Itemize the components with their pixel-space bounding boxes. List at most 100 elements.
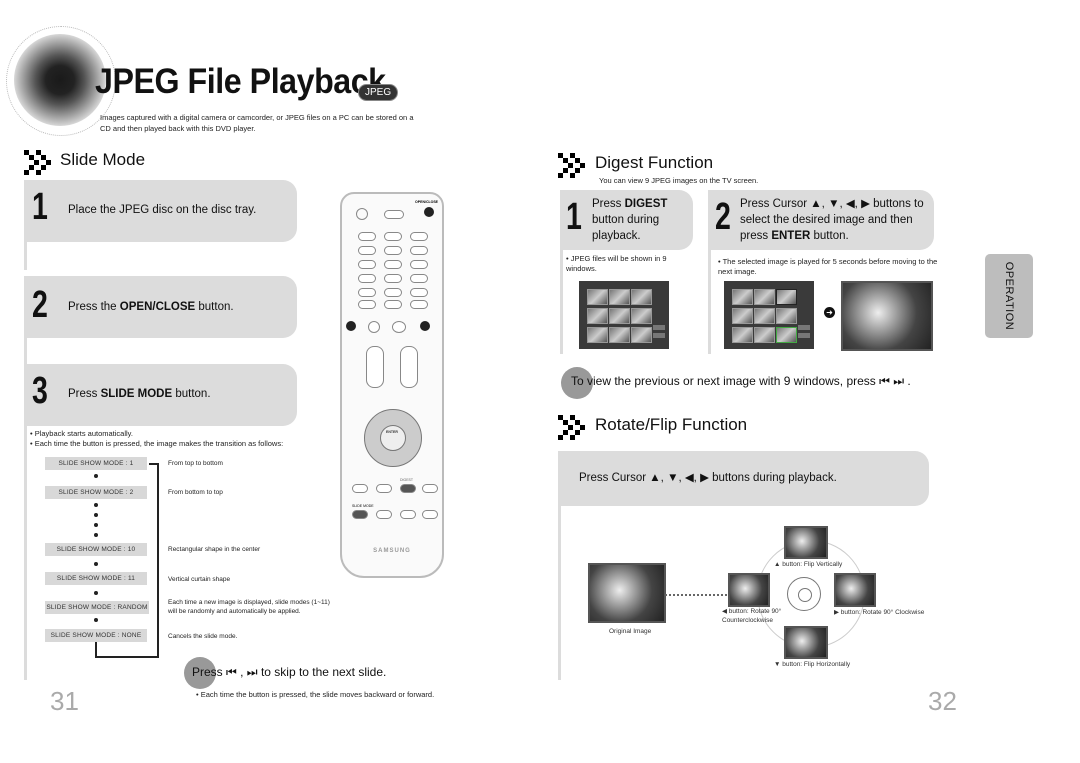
dotted-connector — [665, 594, 727, 596]
flow-arrow — [94, 618, 98, 622]
remote-button[interactable] — [376, 484, 392, 493]
thumbnail — [587, 289, 608, 305]
step-number: 2 — [715, 196, 731, 238]
stop-button[interactable] — [368, 321, 380, 333]
thumbnail — [631, 289, 652, 305]
step-text-part: Press — [68, 388, 101, 400]
thumbnail-selected — [776, 327, 797, 343]
nav-button — [653, 325, 665, 330]
skip-tip: Press ⏮ , ⏭ to skip to the next slide. — [192, 665, 387, 679]
operation-tab-label: OPERATION — [1003, 261, 1015, 331]
digest-tip: To view the previous or next image with … — [571, 374, 911, 388]
thumbnail — [732, 289, 753, 305]
flip-vertical-image — [784, 526, 828, 559]
slide-mode-button[interactable] — [352, 510, 368, 519]
step-text-part: button during playback. — [592, 214, 660, 242]
remote-button[interactable] — [376, 510, 392, 519]
step-text-part: button. — [810, 230, 849, 242]
thumbnail — [754, 327, 775, 343]
kitten-image — [841, 281, 933, 351]
bullet-item: • Each time the button is pressed, the i… — [30, 439, 284, 448]
operation-tab: OPERATION — [985, 254, 1033, 338]
enter-button[interactable] — [380, 425, 406, 451]
number-button[interactable] — [384, 274, 402, 283]
step-text: Press SLIDE MODE button. — [68, 388, 211, 400]
step-connector — [24, 338, 27, 366]
step-connector — [708, 250, 711, 354]
number-button[interactable] — [410, 260, 428, 269]
skip-forward-button[interactable] — [420, 321, 430, 331]
remote-button[interactable] — [384, 232, 402, 241]
step-text: Press the OPEN/CLOSE button. — [68, 301, 234, 313]
flip-horizontal-image — [784, 626, 828, 659]
slide-mode-none: SLIDE SHOW MODE : NONE — [45, 629, 147, 642]
enter-label: ENTER — [386, 430, 398, 434]
bullet-text: Each time the button is pressed, the ima… — [34, 439, 284, 448]
rotate-title: Rotate/Flip Function — [595, 415, 748, 434]
flow-dot — [94, 523, 98, 527]
thumbnail — [732, 327, 753, 343]
step-connector — [24, 242, 27, 270]
step-number: 1 — [566, 196, 582, 238]
number-button[interactable] — [384, 260, 402, 269]
nav-button — [798, 333, 810, 338]
step-text-bold: OPEN/CLOSE — [119, 301, 196, 313]
thumbnail — [631, 308, 652, 324]
number-button[interactable] — [384, 300, 402, 309]
digest-button[interactable] — [400, 484, 416, 493]
number-button[interactable] — [358, 274, 376, 283]
step-text-bold: SLIDE MODE — [100, 388, 173, 400]
volume-rocker[interactable] — [366, 346, 384, 388]
remote-button[interactable] — [410, 300, 428, 309]
remote-button[interactable] — [352, 484, 368, 493]
remote-button[interactable] — [410, 232, 428, 241]
step-text-part: Place the JPEG disc on the disc tray. — [68, 204, 257, 216]
page-title: JPEG File Playback — [95, 62, 386, 101]
loop-arrow — [149, 463, 159, 465]
step-text: Place the JPEG disc on the disc tray. — [68, 204, 256, 216]
number-button[interactable] — [410, 274, 428, 283]
number-button[interactable] — [384, 288, 402, 297]
remote-button[interactable] — [358, 300, 376, 309]
samsung-logo: SAMSUNG — [373, 548, 411, 554]
slide-mode-10: SLIDE SHOW MODE : 10 — [45, 543, 147, 556]
remote-button[interactable] — [384, 246, 402, 255]
original-image-caption: Original Image — [609, 628, 652, 635]
flow-arrow — [94, 562, 98, 566]
digest-subtitle: You can view 9 JPEG images on the TV scr… — [599, 176, 759, 185]
remote-button[interactable] — [410, 246, 428, 255]
remote-button[interactable] — [358, 246, 376, 255]
number-button[interactable] — [410, 288, 428, 297]
loop-line — [95, 656, 159, 658]
bullet-item: • Each time the button is pressed, the s… — [196, 690, 435, 699]
remote-button[interactable] — [422, 484, 438, 493]
skip-back-button[interactable] — [346, 321, 356, 331]
nav-button — [653, 333, 665, 338]
step-number: 2 — [32, 284, 48, 326]
page-number-right: 32 — [928, 686, 957, 716]
flow-arrow — [94, 474, 98, 478]
remote-button[interactable] — [422, 510, 438, 519]
remote-button[interactable] — [400, 510, 416, 519]
rotate-instruction: Press Cursor ▲, ▼, ◀, ▶ buttons during p… — [579, 472, 837, 484]
section-arrows-icon — [24, 150, 51, 175]
step-text: Press DIGEST button during playback. — [592, 196, 688, 244]
bullet-text: Each time the button is pressed, the sli… — [200, 690, 435, 699]
number-button[interactable] — [358, 260, 376, 269]
open-close-button[interactable] — [424, 207, 434, 217]
remote-button[interactable] — [384, 210, 404, 219]
play-pause-button[interactable] — [392, 321, 406, 333]
remote-button[interactable] — [358, 232, 376, 241]
rotate-ccw-image — [728, 573, 770, 607]
flip-horizontal-caption: ▼ button: Flip Horizontally — [774, 661, 851, 668]
thumbnail — [631, 327, 652, 343]
digest-screen-9-windows — [579, 281, 669, 349]
section-arrows-icon — [558, 415, 585, 440]
slide-mode-label: SLIDE MODE — [352, 504, 374, 508]
rotate-ccw-caption: ◀ button: Rotate 90° Counterclockwise — [722, 608, 782, 624]
tuning-rocker[interactable] — [400, 346, 418, 388]
thumbnail — [776, 308, 797, 324]
power-button[interactable] — [356, 208, 368, 220]
flip-vertical-caption: ▲ button: Flip Vertically — [774, 561, 843, 568]
number-button[interactable] — [358, 288, 376, 297]
